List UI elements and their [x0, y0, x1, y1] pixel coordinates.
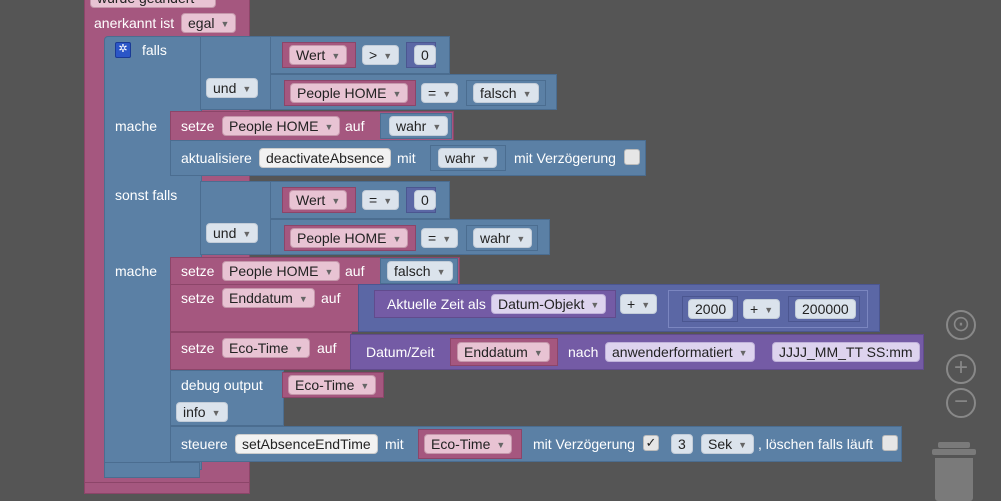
debug-label: debug output	[181, 377, 263, 393]
trash-icon[interactable]	[932, 442, 976, 501]
op-eq-dropdown-3[interactable]: = ▼	[421, 228, 459, 248]
auf-label-4: auf	[317, 340, 337, 356]
op-eq-dropdown-1[interactable]: = ▼	[421, 83, 459, 103]
mit-verzoegerung-label-1: mit Verzögerung	[514, 150, 616, 166]
nach-label: nach	[568, 344, 599, 360]
ack-dropdown[interactable]: egal ▼	[181, 13, 237, 33]
time-format-dropdown[interactable]: Datum-Objekt ▼	[491, 294, 607, 314]
auf-label-3: auf	[321, 290, 341, 306]
set-var-enddatum-dropdown[interactable]: Enddatum ▼	[222, 288, 315, 308]
format-string-field[interactable]: JJJJ_MM_TT SS:mm	[772, 342, 920, 362]
mache-label-1: mache	[115, 118, 158, 134]
setze-label-4: setze	[181, 340, 215, 356]
mit-label-2: mit	[385, 436, 404, 452]
setze-label-3: setze	[181, 290, 215, 306]
mutator-gear-icon[interactable]: ✲	[115, 42, 131, 58]
setze-label-1: setze	[181, 118, 215, 134]
clear-running-checkbox[interactable]	[882, 435, 898, 451]
delay-checkbox-2[interactable]: ✓	[643, 435, 659, 451]
auf-label-2: auf	[345, 263, 365, 279]
number-2000[interactable]: 2000	[688, 299, 734, 319]
zoom-out-icon[interactable]: −	[946, 388, 976, 418]
center-icon[interactable]: ⊙	[946, 310, 976, 340]
auf-label-1: auf	[345, 118, 365, 134]
datum-var-dropdown[interactable]: Enddatum ▼	[457, 342, 550, 362]
debug-level-dropdown[interactable]: info ▼	[176, 402, 228, 422]
bool-true-dropdown-2[interactable]: wahr ▼	[473, 228, 533, 248]
set-var-dropdown-2[interactable]: People HOME ▼	[222, 261, 341, 281]
var-people-dropdown-1[interactable]: People HOME ▼	[290, 83, 409, 103]
datum-zeit-label: Datum/Zeit	[366, 344, 435, 360]
and-dropdown-1[interactable]: und ▼	[206, 78, 259, 98]
trigger-block-bottom	[84, 482, 250, 494]
set-value-false-dropdown[interactable]: falsch ▼	[387, 261, 453, 281]
var-wert-dropdown-2[interactable]: Wert ▼	[289, 190, 348, 210]
op-gt-dropdown[interactable]: > ▼	[362, 45, 400, 65]
trigger-cut-label: wurde geändert	[90, 0, 216, 8]
number-200000[interactable]: 200000	[795, 299, 856, 319]
mit-label-1: mit	[397, 150, 416, 166]
and-block-2[interactable]	[200, 181, 272, 255]
delay-number-field[interactable]: 3	[671, 434, 693, 454]
update-func-field[interactable]: deactivateAbsence	[259, 148, 392, 168]
and-block-1[interactable]	[200, 36, 272, 110]
delay-unit-dropdown[interactable]: Sek ▼	[701, 434, 755, 454]
setze-label-2: setze	[181, 263, 215, 279]
update-arg-dropdown[interactable]: wahr ▼	[438, 148, 498, 168]
op-eq-dropdown-2[interactable]: = ▼	[362, 190, 400, 210]
zoom-in-icon[interactable]: +	[946, 354, 976, 384]
if-block-bottom	[104, 462, 200, 478]
var-wert-dropdown-1[interactable]: Wert ▼	[289, 45, 348, 65]
number-zero-1[interactable]: 0	[414, 45, 436, 65]
steuere-label: steuere	[181, 436, 228, 452]
falls-label: falls	[142, 42, 167, 58]
number-zero-2[interactable]: 0	[414, 190, 436, 210]
ack-label: anerkannt ist	[94, 15, 175, 31]
debug-var-dropdown[interactable]: Eco-Time ▼	[288, 375, 377, 395]
delay-checkbox-1[interactable]	[624, 149, 640, 165]
set-var-ecotime-dropdown[interactable]: Eco-Time ▼	[222, 338, 311, 358]
control-func-field[interactable]: setAbsenceEndTime	[235, 434, 378, 454]
mit-verzoegerung-label-2: mit Verzögerung	[533, 436, 635, 452]
mache-label-2: mache	[115, 263, 158, 279]
aktuelle-zeit-label: Aktuelle Zeit als	[387, 296, 486, 312]
set-var-dropdown-1[interactable]: People HOME ▼	[222, 116, 341, 136]
var-people-dropdown-2[interactable]: People HOME ▼	[290, 228, 409, 248]
and-dropdown-2[interactable]: und ▼	[206, 223, 259, 243]
control-arg-dropdown[interactable]: Eco-Time ▼	[424, 434, 513, 454]
bool-false-dropdown-1[interactable]: falsch ▼	[473, 83, 539, 103]
aktualisiere-label: aktualisiere	[181, 150, 252, 166]
loeschen-label: , löschen falls läuft	[758, 436, 874, 452]
plus-dropdown-2[interactable]: + ▼	[743, 299, 781, 319]
set-value-true-dropdown[interactable]: wahr ▼	[389, 116, 449, 136]
sonst-falls-label: sonst falls	[115, 187, 178, 203]
plus-dropdown-1[interactable]: + ▼	[620, 294, 658, 314]
format-mode-dropdown[interactable]: anwenderformatiert ▼	[605, 342, 755, 362]
